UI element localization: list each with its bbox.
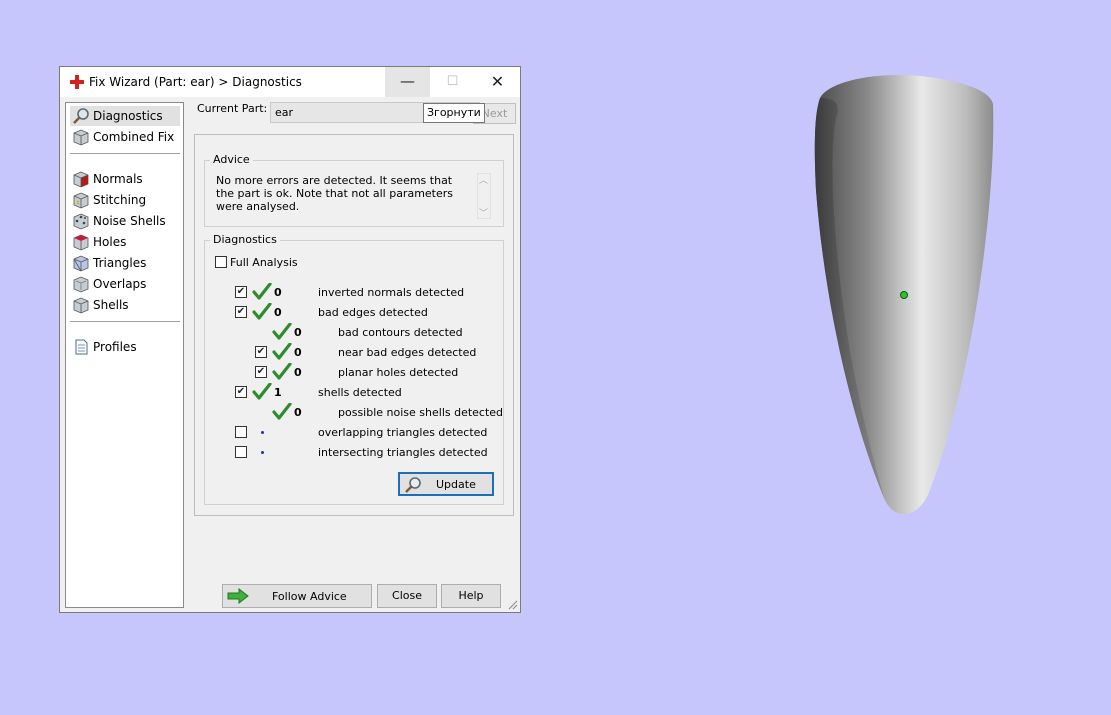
close-window-button[interactable]: ✕ xyxy=(475,67,520,97)
green-check-icon xyxy=(272,343,292,360)
sidebar-item-label: Noise Shells xyxy=(93,214,166,228)
window-title: Fix Wizard (Part: ear) > Diagnostics xyxy=(89,75,302,89)
follow-advice-label: Follow Advice xyxy=(272,590,347,603)
intersecting-triangles-checkbox[interactable] xyxy=(235,446,247,458)
close-button[interactable]: Close xyxy=(377,584,437,608)
scroll-down-icon[interactable]: ﹀ xyxy=(479,206,488,219)
follow-advice-button[interactable]: Follow Advice xyxy=(222,584,372,608)
sidebar-item-label: Normals xyxy=(93,172,143,186)
intersecting-triangles-label: intersecting triangles detected xyxy=(318,446,488,459)
bad-edges-checkbox[interactable]: ✔ xyxy=(235,306,247,318)
noise-shells-label: possible noise shells detected xyxy=(338,406,504,419)
sidebar-item-stitching[interactable]: Stitching xyxy=(70,190,180,210)
update-button[interactable]: Update xyxy=(398,472,494,496)
cube-icon xyxy=(73,192,89,209)
sidebar-item-label: Stitching xyxy=(93,193,147,207)
cube-icon xyxy=(73,129,89,146)
cube-icon xyxy=(73,297,89,314)
advice-title: Advice xyxy=(210,153,253,166)
green-check-icon xyxy=(272,403,292,420)
sidebar-item-label: Holes xyxy=(93,235,127,249)
bad-edges-label: bad edges detected xyxy=(318,306,428,319)
pending-dot-icon xyxy=(261,431,264,434)
maximize-button[interactable]: ☐ xyxy=(430,67,475,97)
document-icon xyxy=(75,339,88,355)
sidebar-divider xyxy=(70,153,180,154)
planar-holes-count: 0 xyxy=(294,366,302,379)
sidebar-item-triangles[interactable]: Triangles xyxy=(70,253,180,273)
sidebar-item-label: Overlaps xyxy=(93,277,147,291)
full-analysis-checkbox[interactable] xyxy=(215,256,227,268)
diagnostics-panel: Advice No more errors are detected. It s… xyxy=(194,134,514,516)
sidebar-divider xyxy=(70,321,180,322)
near-bad-edges-label: near bad edges detected xyxy=(338,346,477,359)
magnifier-icon xyxy=(73,108,89,124)
sidebar-item-label: Combined Fix xyxy=(93,130,175,144)
planar-holes-checkbox[interactable]: ✔ xyxy=(255,366,267,378)
sidebar-item-label: Diagnostics xyxy=(93,109,163,123)
pending-dot-icon xyxy=(261,451,264,454)
green-check-icon xyxy=(272,323,292,340)
sidebar-item-combined-fix[interactable]: Combined Fix xyxy=(70,127,180,147)
minimize-button[interactable]: — xyxy=(385,67,430,97)
sidebar-item-holes[interactable]: Holes xyxy=(70,232,180,252)
planar-holes-label: planar holes detected xyxy=(338,366,459,379)
green-check-icon xyxy=(252,283,272,300)
diagnostics-title: Diagnostics xyxy=(210,233,280,246)
inverted-normals-checkbox[interactable]: ✔ xyxy=(235,286,247,298)
bad-contours-label: bad contours detected xyxy=(338,326,463,339)
red-cross-icon xyxy=(70,75,84,89)
near-bad-edges-checkbox[interactable]: ✔ xyxy=(255,346,267,358)
minimize-tooltip: Згорнути xyxy=(423,103,485,123)
wizard-sidebar: Diagnostics Combined Fix Normals Stitchi… xyxy=(65,102,184,608)
magnifier-icon xyxy=(405,477,421,493)
sidebar-item-overlaps[interactable]: Overlaps xyxy=(70,274,180,294)
overlapping-triangles-checkbox[interactable] xyxy=(235,426,247,438)
overlapping-triangles-label: overlapping triangles detected xyxy=(318,426,488,439)
current-part-label: Current Part: xyxy=(197,102,268,115)
noise-shells-count: 0 xyxy=(294,406,302,419)
green-arrow-icon xyxy=(227,588,249,604)
cube-dots-icon xyxy=(73,213,89,230)
advice-group: Advice No more errors are detected. It s… xyxy=(204,153,504,227)
sidebar-item-normals[interactable]: Normals xyxy=(70,169,180,189)
sidebar-item-shells[interactable]: Shells xyxy=(70,295,180,315)
green-check-icon xyxy=(252,303,272,320)
sidebar-item-label: Shells xyxy=(93,298,129,312)
green-check-icon xyxy=(252,383,272,400)
full-analysis-label: Full Analysis xyxy=(230,256,298,269)
ear-3d-model[interactable] xyxy=(800,70,1010,530)
resize-grip-icon[interactable] xyxy=(508,600,518,610)
diagnostics-group: Diagnostics Full Analysis ✔ 0 inverted n… xyxy=(204,233,504,505)
sidebar-item-noise-shells[interactable]: Noise Shells xyxy=(70,211,180,231)
sidebar-item-label: Profiles xyxy=(93,340,137,354)
cube-icon xyxy=(73,276,89,293)
fix-wizard-window: Fix Wizard (Part: ear) > Diagnostics — ☐… xyxy=(59,66,521,613)
shells-count: 1 xyxy=(274,386,282,399)
green-check-icon xyxy=(272,363,292,380)
inverted-normals-label: inverted normals detected xyxy=(318,286,465,299)
sidebar-item-diagnostics[interactable]: Diagnostics xyxy=(70,106,180,126)
scroll-up-icon[interactable]: ︿ xyxy=(479,173,488,186)
near-bad-edges-count: 0 xyxy=(294,346,302,359)
sidebar-item-label: Triangles xyxy=(93,256,147,270)
advice-text: No more errors are detected. It seems th… xyxy=(216,174,454,213)
shells-label: shells detected xyxy=(318,386,402,399)
sidebar-item-profiles[interactable]: Profiles xyxy=(70,337,180,357)
help-button[interactable]: Help xyxy=(441,584,501,608)
bad-contours-count: 0 xyxy=(294,326,302,339)
cube-red-icon xyxy=(73,234,89,251)
inverted-normals-count: 0 xyxy=(274,286,282,299)
bad-edges-count: 0 xyxy=(274,306,282,319)
cube-red-icon xyxy=(73,171,89,188)
update-label: Update xyxy=(436,478,476,491)
cube-blue-icon xyxy=(73,255,89,272)
shells-checkbox[interactable]: ✔ xyxy=(235,386,247,398)
title-bar[interactable]: Fix Wizard (Part: ear) > Diagnostics — ☐… xyxy=(60,67,520,97)
